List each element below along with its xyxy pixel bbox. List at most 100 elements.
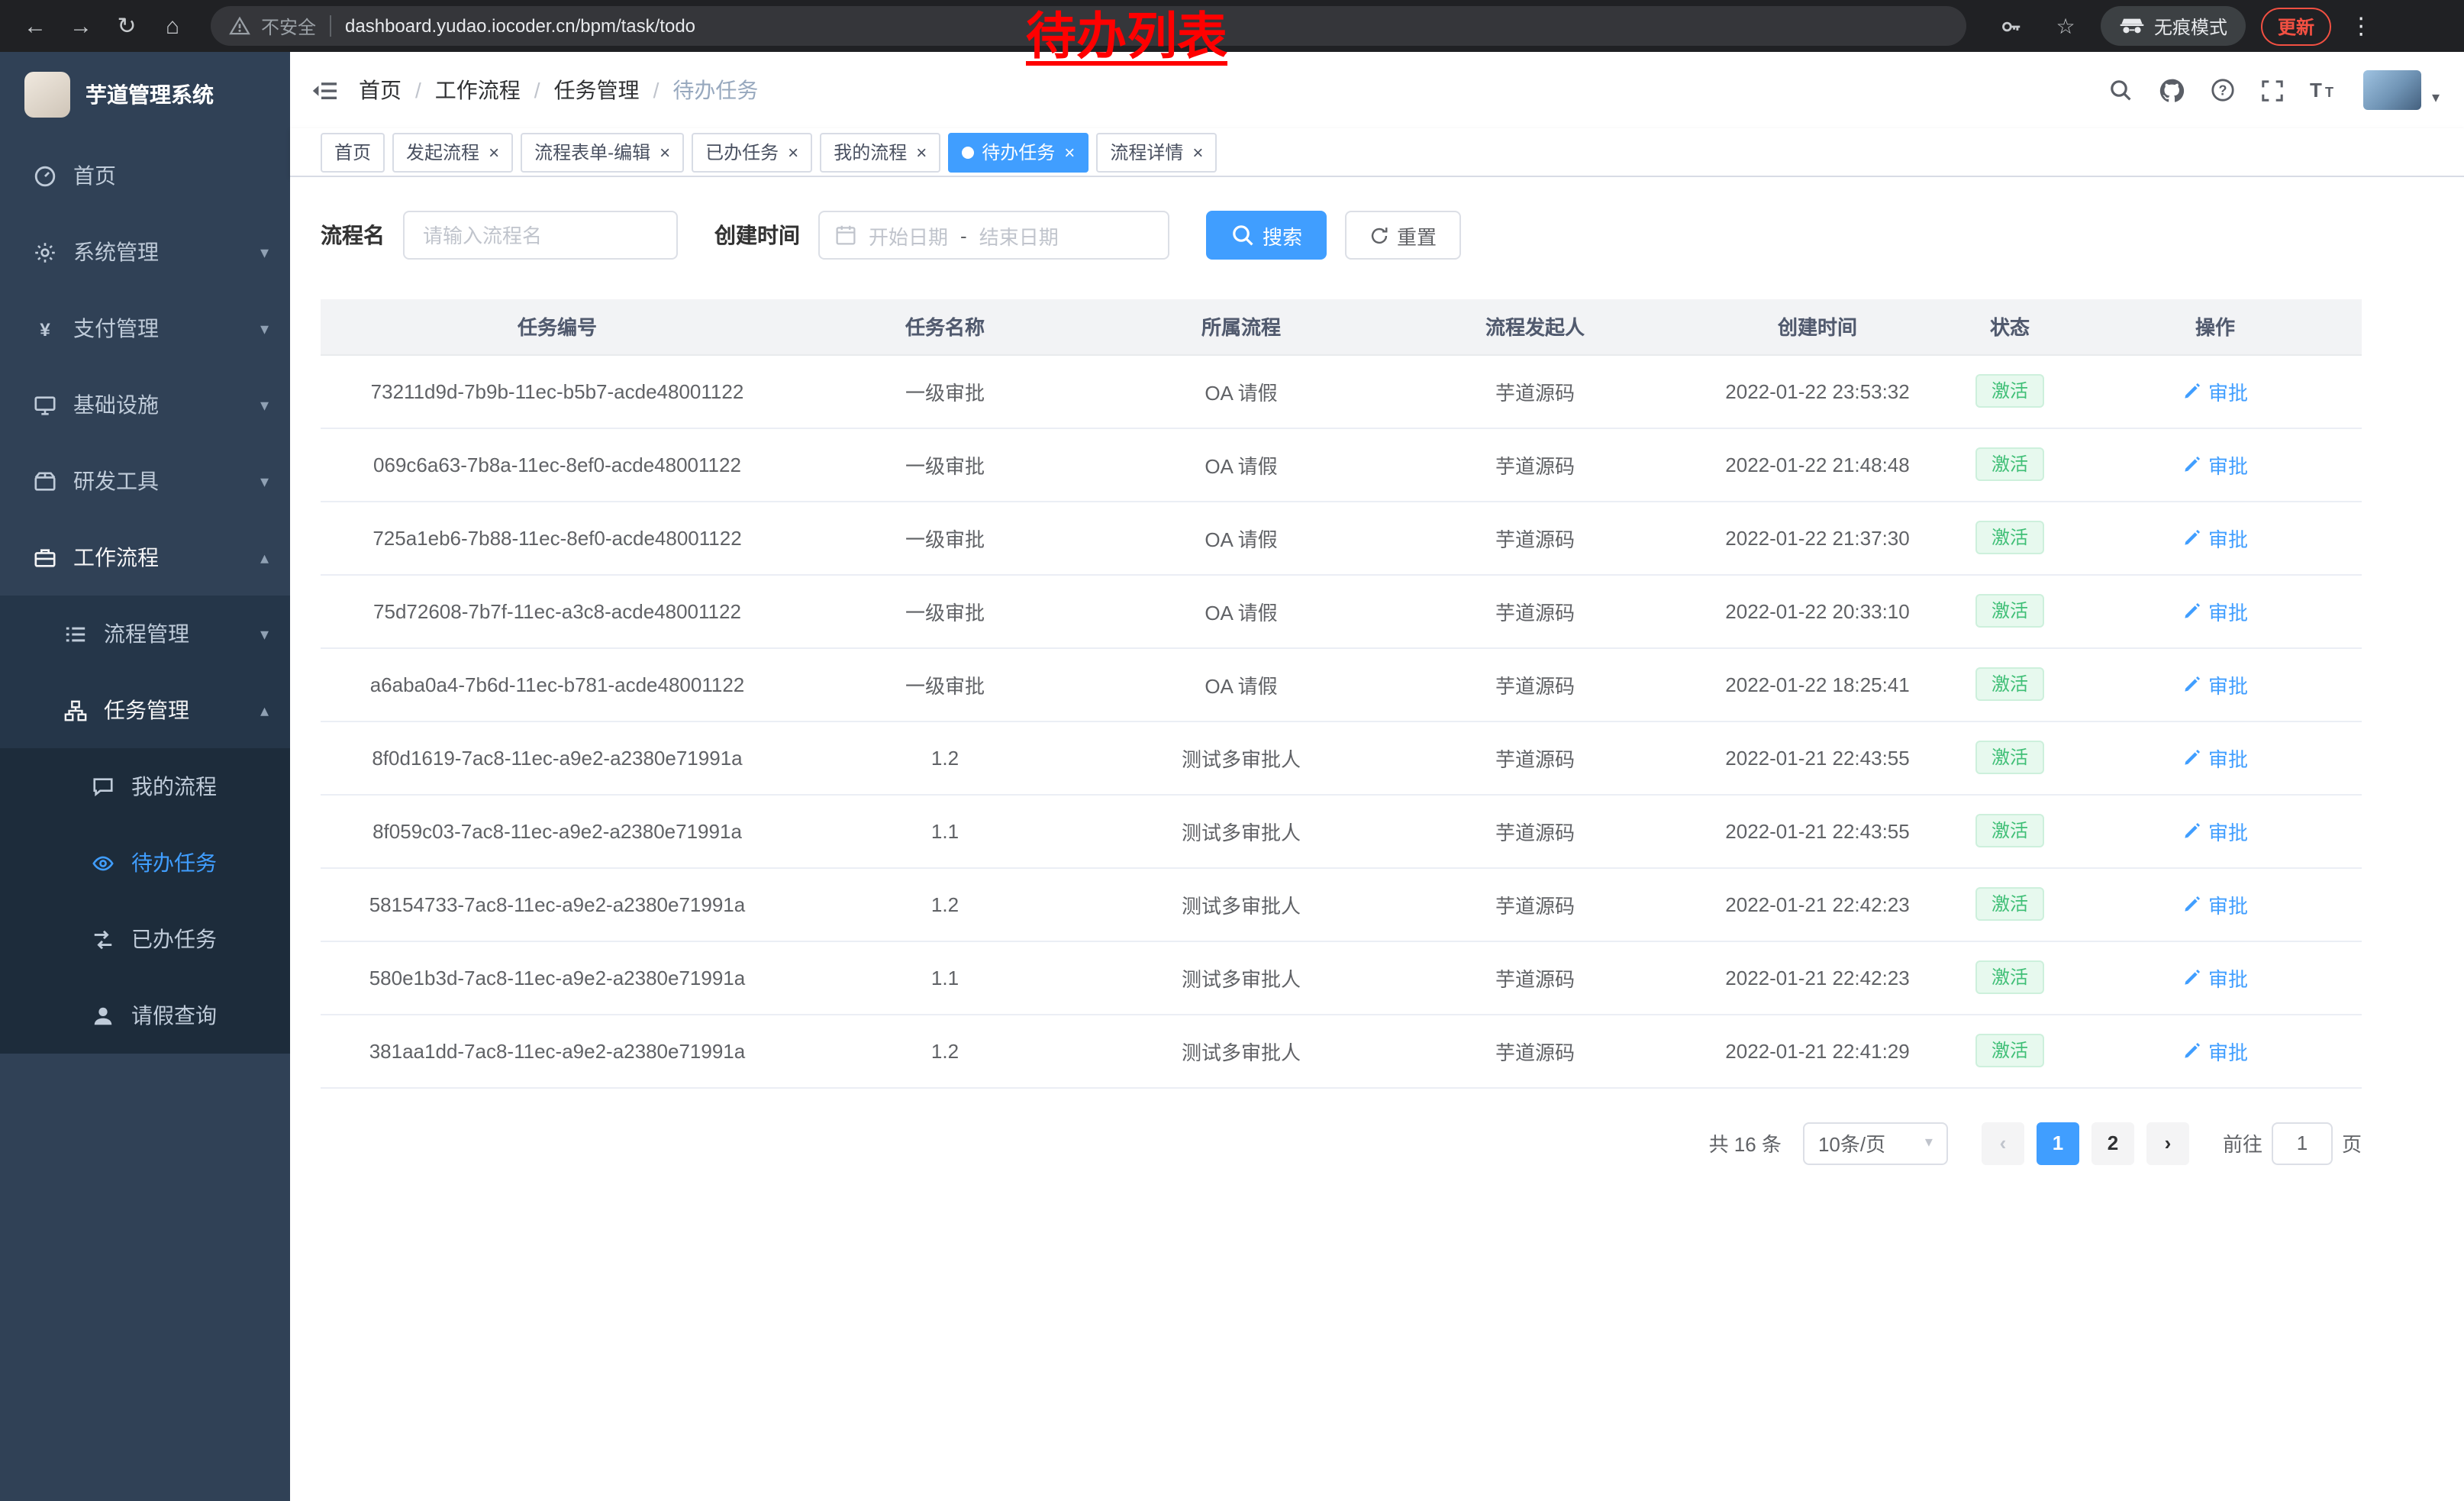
- url-text[interactable]: dashboard.yudao.iocoder.cn/bpm/task/todo: [345, 15, 695, 37]
- approve-label: 审批: [2208, 523, 2248, 552]
- back-icon[interactable]: ←: [15, 6, 55, 46]
- update-button[interactable]: 更新: [2261, 7, 2331, 45]
- column-header: 任务编号: [321, 299, 794, 354]
- breadcrumb-item[interactable]: 任务管理: [554, 75, 640, 105]
- reset-icon: [1369, 225, 1389, 245]
- sidebar-item-done-task[interactable]: 已办任务: [0, 901, 290, 977]
- breadcrumb-item[interactable]: 工作流程: [435, 75, 521, 105]
- cell-id: 580e1b3d-7ac8-11ec-a9e2-a2380e71991a: [321, 941, 794, 1014]
- sidebar-item-payment[interactable]: ¥ 支付管理 ▾: [0, 290, 290, 366]
- search-button[interactable]: 搜索: [1206, 211, 1327, 260]
- tab-process-detail[interactable]: 流程详情×: [1096, 132, 1217, 172]
- svg-text:?: ?: [2218, 82, 2227, 98]
- forward-icon[interactable]: →: [61, 6, 101, 46]
- process-name-input[interactable]: [403, 211, 678, 260]
- status-badge: 激活: [1976, 887, 2043, 922]
- prev-page-button[interactable]: ‹: [1982, 1122, 2024, 1164]
- cell-status: 激活: [1951, 647, 2069, 721]
- close-icon[interactable]: ×: [1064, 143, 1075, 161]
- tab-my-process[interactable]: 我的流程×: [820, 132, 940, 172]
- status-badge: 激活: [1976, 960, 2043, 995]
- approve-link[interactable]: 审批: [2182, 816, 2248, 845]
- approve-link[interactable]: 审批: [2182, 670, 2248, 699]
- sidebar: 芋道管理系统 首页系统管理▾¥支付管理▾基础设施▾研发工具▾工作流程▴流程管理▾…: [0, 52, 290, 1501]
- close-icon[interactable]: ×: [788, 143, 798, 161]
- tab-home[interactable]: 首页: [321, 132, 385, 172]
- cell-name: 1.2: [794, 1014, 1096, 1087]
- cell-process: OA 请假: [1096, 428, 1386, 501]
- caret-down-icon[interactable]: ▾: [2432, 90, 2440, 107]
- sidebar-item-infrastructure[interactable]: 基础设施▾: [0, 366, 290, 443]
- tab-done-task[interactable]: 已办任务×: [692, 132, 812, 172]
- status-badge: 激活: [1976, 741, 2043, 775]
- chevron-down-icon: ▾: [260, 395, 269, 415]
- key-icon[interactable]: [1991, 6, 2030, 46]
- avatar[interactable]: [2363, 70, 2421, 110]
- sidebar-item-system[interactable]: 系统管理▾: [0, 214, 290, 290]
- close-icon[interactable]: ×: [1192, 143, 1203, 161]
- close-icon[interactable]: ×: [660, 143, 670, 161]
- home-icon[interactable]: ⌂: [153, 6, 192, 46]
- approve-label: 审批: [2208, 889, 2248, 918]
- chevron-down-icon: ▾: [260, 318, 269, 338]
- page-button-1[interactable]: 1: [2037, 1122, 2079, 1164]
- sidebar-item-todo-task[interactable]: 待办任务: [0, 825, 290, 901]
- close-icon[interactable]: ×: [916, 143, 927, 161]
- cell-time: 2022-01-22 23:53:32: [1684, 354, 1951, 428]
- approve-link[interactable]: 审批: [2182, 450, 2248, 479]
- close-icon[interactable]: ×: [489, 143, 499, 161]
- svg-text:¥: ¥: [39, 319, 50, 340]
- approve-link[interactable]: 审批: [2182, 596, 2248, 625]
- sidebar-item-workflow[interactable]: 工作流程▴: [0, 519, 290, 596]
- sidebar-item-my-process[interactable]: 我的流程: [0, 748, 290, 825]
- main-layout: 芋道管理系统 首页系统管理▾¥支付管理▾基础设施▾研发工具▾工作流程▴流程管理▾…: [0, 52, 2464, 1501]
- cell-action: 审批: [2069, 574, 2362, 647]
- approve-link[interactable]: 审批: [2182, 743, 2248, 772]
- sidebar-item-devtools[interactable]: 研发工具▾: [0, 443, 290, 519]
- approve-link[interactable]: 审批: [2182, 963, 2248, 992]
- fontsize-icon[interactable]: TT: [2310, 78, 2337, 102]
- cell-initiator: 芋道源码: [1386, 501, 1684, 574]
- browser-chrome: ← → ↻ ⌂ 不安全 dashboard.yudao.iocoder.cn/b…: [0, 0, 2464, 52]
- refresh-icon[interactable]: ↻: [107, 6, 147, 46]
- fullscreen-icon[interactable]: [2261, 79, 2284, 102]
- question-icon[interactable]: ?: [2211, 78, 2235, 102]
- cell-id: a6aba0a4-7b6d-11ec-b781-acde48001122: [321, 647, 794, 721]
- sidebar-item-process-mgmt[interactable]: 流程管理▾: [0, 596, 290, 672]
- sidebar-logo[interactable]: 芋道管理系统: [0, 52, 290, 137]
- approve-link[interactable]: 审批: [2182, 889, 2248, 918]
- cell-process: OA 请假: [1096, 354, 1386, 428]
- next-page-button[interactable]: ›: [2146, 1122, 2189, 1164]
- tab-start-process[interactable]: 发起流程×: [392, 132, 513, 172]
- star-icon[interactable]: ☆: [2046, 6, 2085, 46]
- sidebar-item-leave-query[interactable]: 请假查询: [0, 977, 290, 1054]
- breadcrumb-item: 待办任务: [672, 75, 758, 105]
- date-range-picker[interactable]: 开始日期 - 结束日期: [818, 211, 1169, 260]
- breadcrumb-item[interactable]: 首页: [359, 75, 402, 105]
- eye-icon: [89, 851, 116, 874]
- sidebar-item-label: 支付管理: [73, 313, 159, 344]
- page-size-select[interactable]: 10条/页 ▾: [1803, 1122, 1948, 1164]
- sidebar-item-task-mgmt[interactable]: 任务管理▴: [0, 672, 290, 748]
- page-button-2[interactable]: 2: [2091, 1122, 2134, 1164]
- approve-link[interactable]: 审批: [2182, 523, 2248, 552]
- github-icon[interactable]: [2159, 77, 2185, 103]
- sidebar-item-home[interactable]: 首页: [0, 137, 290, 214]
- column-header: 所属流程: [1096, 299, 1386, 354]
- security-label[interactable]: 不安全: [261, 13, 316, 39]
- tab-todo-task[interactable]: 待办任务×: [948, 132, 1088, 172]
- approve-link[interactable]: 审批: [2182, 1036, 2248, 1065]
- goto-page-input[interactable]: [2272, 1122, 2333, 1164]
- status-badge: 激活: [1976, 447, 2043, 482]
- tab-label: 流程表单-编辑: [534, 139, 650, 165]
- tools-icon: [31, 470, 58, 492]
- reset-button[interactable]: 重置: [1345, 211, 1461, 260]
- browser-menu-icon[interactable]: ⋮: [2346, 12, 2375, 40]
- incognito-badge: 无痕模式: [2101, 6, 2246, 46]
- hamburger-icon[interactable]: [311, 77, 337, 103]
- tab-form-edit[interactable]: 流程表单-编辑 ×: [521, 132, 684, 172]
- search-icon[interactable]: [2108, 78, 2133, 102]
- edit-icon: [2182, 967, 2202, 987]
- address-divider: [330, 15, 331, 37]
- approve-link[interactable]: 审批: [2182, 376, 2248, 405]
